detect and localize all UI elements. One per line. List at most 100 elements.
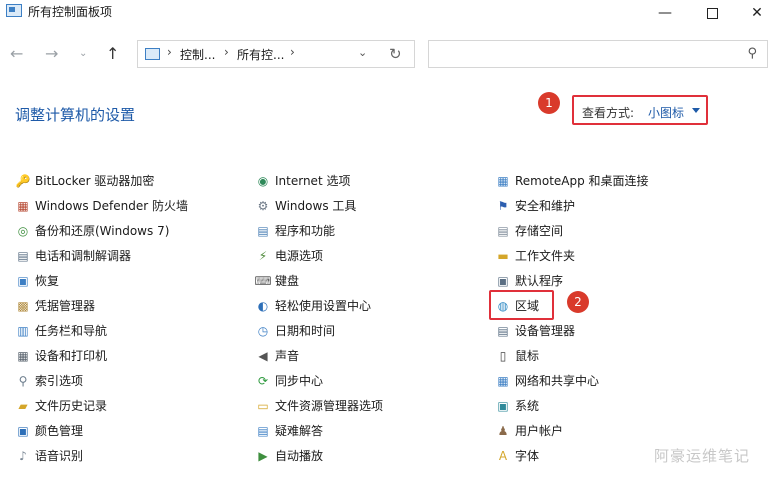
control-panel-item-label: 疑难解答 — [275, 424, 324, 438]
window-title: 所有控制面板项 — [28, 5, 113, 19]
control-panel-item[interactable]: ▦ 网络和共享中心 — [495, 368, 649, 393]
items-column-2: ◉ Internet 选项 ⚙ Windows 工具 ▤ 程序和功能 ⚡ 电源选项 ⌨ 键盘 ◐ 轻松… — [254, 168, 383, 468]
up-arrow-icon[interactable]: ↑ — [106, 44, 119, 63]
control-panel-item[interactable]: ▦ Windows Defender 防火墙 — [15, 193, 188, 218]
network-icon: ▦ — [497, 373, 509, 388]
address-dropdown-icon[interactable]: ⌄ — [358, 46, 367, 59]
chevron-right-icon[interactable]: › — [224, 45, 229, 59]
windows-tools-icon: ⚙ — [257, 198, 269, 213]
items-column-3: ▦ RemoteApp 和桌面连接 ⚑ 安全和维护 ▤ 存储空间 ▬ 工作文件夹 ▣ 默认程序 ◍ 区… — [495, 168, 649, 468]
control-panel-item[interactable]: ◎ 备份和还原(Windows 7) — [15, 218, 188, 243]
minimize-button[interactable]: — — [642, 0, 688, 26]
control-panel-item[interactable]: ◷ 日期和时间 — [255, 318, 383, 343]
default-programs-icon: ▣ — [497, 273, 509, 288]
control-panel-item[interactable]: ♟ 用户帐户 — [495, 418, 649, 443]
taskbar-icon: ▥ — [17, 323, 29, 338]
watermark: 阿豪运维笔记 — [654, 447, 751, 465]
mouse-icon: ▯ — [499, 348, 507, 363]
control-panel-item[interactable]: ▩ 凭据管理器 — [15, 293, 188, 318]
search-icon[interactable]: ⚲ — [747, 46, 757, 61]
control-panel-item[interactable]: ▣ 系统 — [495, 393, 649, 418]
chevron-right-icon[interactable]: › — [167, 45, 172, 59]
control-panel-item-label: 电源选项 — [275, 249, 324, 263]
fonts-icon: A — [498, 448, 508, 463]
control-panel-item[interactable]: ▦ RemoteApp 和桌面连接 — [495, 168, 648, 193]
control-panel-item[interactable]: 🔑 BitLocker 驱动器加密 — [15, 168, 188, 193]
control-panel-item[interactable]: ▣ 恢复 — [15, 268, 188, 293]
control-panel-item[interactable]: ◐ 轻松使用设置中心 — [255, 293, 383, 318]
control-panel-item[interactable]: ⚲ 索引选项 — [15, 368, 188, 393]
printer-icon: ▦ — [17, 348, 29, 363]
control-panel-item-label: 索引选项 — [35, 374, 84, 388]
control-panel-item-label: Windows 工具 — [275, 199, 357, 213]
control-panel-item[interactable]: ▭ 文件资源管理器选项 — [255, 393, 383, 418]
phone-modem-icon: ▤ — [17, 248, 29, 263]
control-panel-item-label: 恢复 — [35, 274, 60, 288]
control-panel-item-label: 设备管理器 — [515, 324, 576, 338]
user-accounts-icon: ♟ — [497, 423, 509, 438]
control-panel-item[interactable]: ⚑ 安全和维护 — [495, 193, 649, 218]
title-bar: 所有控制面板项 — ✕ — [0, 0, 780, 26]
control-panel-item-label: 任务栏和导航 — [35, 324, 108, 338]
backup-icon: ◎ — [17, 223, 29, 238]
control-panel-item[interactable]: ◍ 区域 — [495, 293, 649, 318]
view-by-control[interactable]: 查看方式: 小图标 — [572, 95, 708, 125]
control-panel-item-label: 设备和打印机 — [35, 349, 108, 363]
control-panel-item-label: 日期和时间 — [275, 324, 336, 338]
page-title: 调整计算机的设置 — [15, 106, 136, 124]
close-icon: ✕ — [751, 5, 763, 21]
control-panel-item-label: 声音 — [275, 349, 300, 363]
breadcrumb-all-items[interactable]: 所有控... — [237, 46, 284, 63]
control-panel-item[interactable]: ▣ 默认程序 — [495, 268, 649, 293]
control-panel-item[interactable]: ▤ 程序和功能 — [255, 218, 383, 243]
control-panel-item-label: 语音识别 — [35, 449, 84, 463]
close-button[interactable]: ✕ — [734, 0, 780, 26]
internet-options-icon: ◉ — [257, 173, 269, 188]
work-folders-icon: ▬ — [497, 248, 509, 263]
caret-down-icon[interactable] — [692, 108, 700, 113]
control-panel-item[interactable]: ▤ 疑难解答 — [255, 418, 383, 443]
search-input[interactable]: ⚲ — [428, 40, 768, 68]
control-panel-item[interactable]: ▦ 设备和打印机 — [15, 343, 188, 368]
control-panel-item-label: 区域 — [515, 299, 540, 313]
control-panel-item[interactable]: ♪ 语音识别 — [15, 443, 188, 468]
control-panel-item[interactable]: ▬ 工作文件夹 — [495, 243, 649, 268]
chevron-right-icon[interactable]: › — [290, 45, 295, 59]
back-arrow-icon[interactable]: ← — [10, 44, 23, 63]
control-panel-item[interactable]: ⚡ 电源选项 — [255, 243, 383, 268]
file-history-icon: ▰ — [18, 398, 28, 413]
control-panel-item[interactable]: ▣ 颜色管理 — [15, 418, 188, 443]
control-panel-item[interactable]: ⌨ 键盘 — [254, 268, 383, 293]
refresh-icon[interactable]: ↻ — [389, 45, 402, 63]
power-icon: ⚡ — [258, 248, 268, 263]
control-panel-item[interactable]: ◉ Internet 选项 — [255, 168, 383, 193]
control-panel-item-label: 文件历史记录 — [35, 399, 108, 413]
system-icon: ▣ — [497, 398, 509, 413]
maximize-button[interactable] — [689, 0, 735, 26]
recent-locations-chevron-icon[interactable]: ⌄ — [79, 48, 87, 59]
keyboard-icon: ⌨ — [254, 273, 272, 288]
control-panel-item[interactable]: ▰ 文件历史记录 — [15, 393, 188, 418]
control-panel-item-label: 存储空间 — [515, 224, 564, 238]
forward-arrow-icon[interactable]: → — [45, 44, 58, 63]
control-panel-item-label: 字体 — [515, 449, 540, 463]
control-panel-item[interactable]: ▯ 鼠标 — [495, 343, 649, 368]
control-panel-item-label: BitLocker 驱动器加密 — [35, 174, 155, 188]
view-by-dropdown[interactable]: 小图标 — [648, 104, 684, 121]
control-panel-item[interactable]: ▤ 存储空间 — [495, 218, 649, 243]
autoplay-icon: ▶ — [258, 448, 268, 463]
control-panel-item[interactable]: ⚙ Windows 工具 — [255, 193, 383, 218]
control-panel-item-label: 鼠标 — [515, 349, 540, 363]
address-bar[interactable]: › 控制... › 所有控... › ⌄ ↻ — [137, 40, 415, 68]
control-panel-item[interactable]: ▶ 自动播放 — [255, 443, 383, 468]
control-panel-item[interactable]: ▥ 任务栏和导航 — [15, 318, 188, 343]
breadcrumb-control-panel[interactable]: 控制... — [180, 46, 215, 63]
control-panel-item-label: 同步中心 — [275, 374, 324, 388]
control-panel-item[interactable]: A 字体 — [495, 443, 649, 468]
control-panel-item[interactable]: ▤ 电话和调制解调器 — [15, 243, 188, 268]
control-panel-item[interactable]: ◀ 声音 — [255, 343, 383, 368]
control-panel-item[interactable]: ▤ 设备管理器 — [495, 318, 649, 343]
minimize-icon: — — [658, 5, 672, 21]
control-panel-item[interactable]: ⟳ 同步中心 — [255, 368, 383, 393]
sync-icon: ⟳ — [257, 373, 269, 388]
